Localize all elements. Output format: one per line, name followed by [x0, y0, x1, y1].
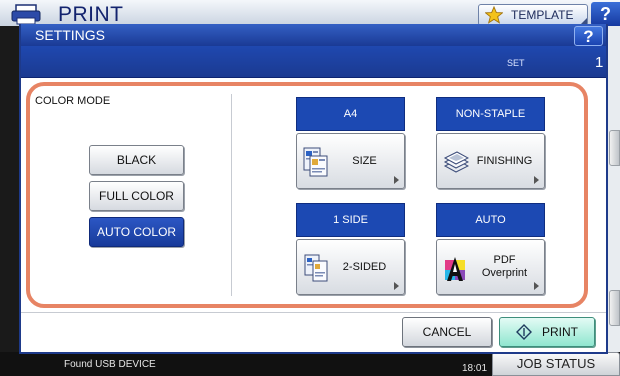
template-button-label: TEMPLATE [511, 8, 574, 22]
job-status-button[interactable]: JOB STATUS [492, 352, 620, 376]
status-message: Found USB DEVICE [64, 359, 156, 370]
clock-time: 18:01 [462, 363, 488, 374]
print-button-label: PRINT [542, 325, 578, 339]
set-count: 1 [595, 54, 604, 71]
printer-icon [11, 4, 41, 25]
color-mode-label: COLOR MODE [35, 95, 111, 107]
color-mode-auto-color-button[interactable]: AUTO COLOR [89, 217, 184, 247]
overprint-value: AUTO [436, 203, 545, 237]
set-count-bar: SET 1 [21, 46, 606, 78]
expand-arrow-icon [534, 176, 539, 184]
finishing-stack-icon [443, 151, 469, 173]
color-mode-full-color-button[interactable]: FULL COLOR [89, 181, 184, 211]
two-sided-button-label: 2-SIDED [342, 260, 387, 273]
two-sided-icon [304, 254, 328, 282]
paper-size-icon [303, 147, 328, 177]
overprint-icon [445, 257, 465, 281]
two-sided-button[interactable]: 2-SIDED [296, 239, 405, 295]
finishing-value: NON-STAPLE [436, 97, 545, 131]
side-tab-upper[interactable] [609, 130, 620, 166]
dialog-titlebar: SETTINGS ? [21, 24, 606, 46]
color-mode-black-button[interactable]: BLACK [89, 145, 184, 175]
expand-arrow-icon [394, 176, 399, 184]
pdf-overprint-button[interactable]: PDF Overprint [436, 239, 545, 295]
size-button[interactable]: SIZE [296, 133, 405, 189]
star-icon [485, 6, 503, 24]
side-tab-lower[interactable] [609, 290, 620, 326]
template-button[interactable]: TEMPLATE [478, 4, 588, 26]
footer-divider [21, 312, 606, 313]
settings-dialog: SETTINGS ? SET 1 COLOR MODE BLACK FULL C… [19, 24, 608, 354]
dialog-help-button[interactable]: ? [574, 26, 603, 46]
cancel-button[interactable]: CANCEL [402, 317, 492, 347]
expand-arrow-icon [394, 282, 399, 290]
print-button[interactable]: PRINT [499, 317, 595, 347]
finishing-button-label: FINISHING [476, 154, 533, 167]
expand-arrow-icon [534, 282, 539, 290]
dialog-title: SETTINGS [35, 27, 106, 43]
finishing-button[interactable]: FINISHING [436, 133, 545, 189]
help-button[interactable]: ? [591, 2, 620, 26]
pdf-overprint-button-label: PDF Overprint [481, 254, 528, 279]
start-diamond-icon [516, 324, 532, 340]
size-value: A4 [296, 97, 405, 131]
section-divider [231, 94, 232, 296]
set-label: SET [507, 58, 525, 68]
size-button-label: SIZE [352, 154, 377, 167]
duplex-value: 1 SIDE [296, 203, 405, 237]
